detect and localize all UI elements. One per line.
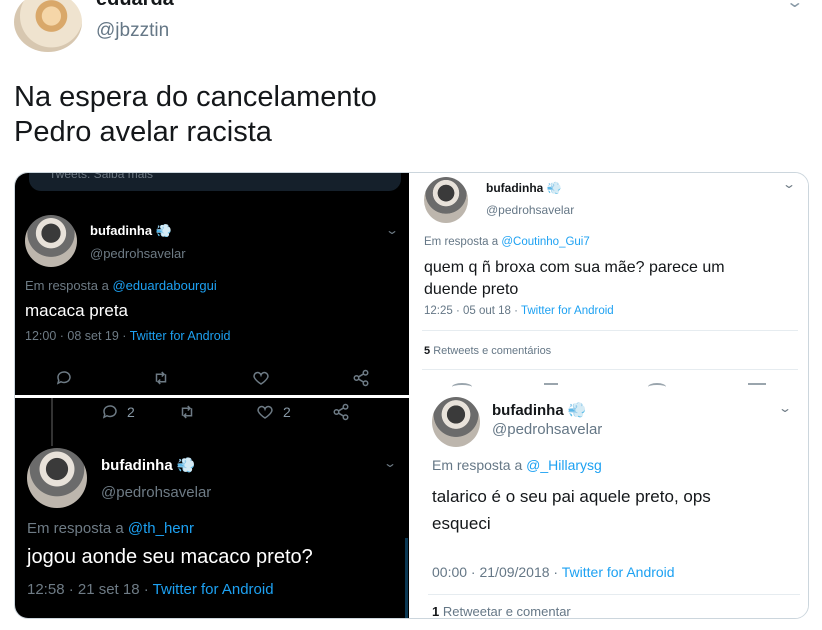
screenshot-name: bufadinha 💨 [486,181,562,195]
heart-icon [257,405,273,419]
reply-icon [55,369,73,387]
wind-emoji-icon: 💨 [567,402,587,419]
tweet-text-line-2: Pedro avelar racista [14,116,272,148]
share-icon [351,369,371,387]
screenshot-meta: 12:58 · 21 set 18 · Twitter for Android [27,581,274,598]
chevron-down-icon[interactable]: ⌄ [785,0,804,12]
avatar [432,397,480,447]
retweets-count: 5 [424,345,431,357]
chevron-down-icon: ⌄ [384,223,400,237]
reply-context: Em resposta a @_Hillarysg [432,457,602,473]
chevron-down-icon: ⌄ [781,177,797,191]
screenshot-name: bufadinha 💨 [90,223,172,238]
screenshot-text: quem q ñ broxa com sua mãe? parece um du… [424,257,725,301]
avatar [25,215,77,267]
retweets-stat: 5 Retweets e comentários [424,345,551,357]
tweet-text: Na espera do cancelamento Pedro avelar r… [14,80,377,150]
divider [428,594,800,595]
text-line-1: quem q ñ broxa com sua mãe? parece um [424,259,725,276]
screenshot-bottom-right[interactable]: bufadinha 💨 @pedrohsavelar ⌄ Em resposta… [412,379,808,618]
retweets-label: Retweets e comentários [433,345,552,357]
screenshot-handle: @pedrohsavelar [90,246,186,261]
reply-icon [102,405,117,419]
screenshot-handle: @pedrohsavelar [486,203,575,217]
avatar [424,177,468,223]
screenshot-meta: 00:00 · 21/09/2018 · Twitter for Android [432,564,675,580]
like-action: 2 [255,403,291,421]
reply-context: Em resposta a @th_henr [27,520,194,537]
chevron-down-icon: ⌄ [777,401,793,415]
heart-icon [251,369,271,387]
divider [422,369,798,370]
divider [422,330,798,331]
reply-context: Em resposta a @Coutinho_Gui7 [424,236,590,248]
screenshot-text: jogou aonde seu macaco preto? [27,546,313,568]
retweet-icon [151,369,171,387]
screenshot-meta: 12:25 · 05 out 18 · Twitter for Android [424,305,614,317]
wind-emoji-icon: 💨 [155,223,172,238]
avatar [27,448,87,508]
retweet-stat: 1 Retweetar e comentar [432,604,571,618]
wind-emoji-icon: 💨 [546,181,562,195]
text-line-2: esqueci [432,514,491,533]
wind-emoji-icon: 💨 [176,457,196,474]
text-line-1: talarico é o seu pai aquele preto, ops [432,487,711,506]
top-fragment-text: Tweets: Saiba mais [49,173,154,181]
author-handle[interactable]: @jbzztin [96,20,169,42]
share-icon [331,403,351,421]
screenshot-top-left[interactable]: Tweets: Saiba mais bufadinha 💨 @pedrohsa… [15,173,409,395]
tweet-text-line-1: Na espera do cancelamento [14,81,377,113]
reply-context: Em resposta a @eduardabourgui [25,278,217,293]
reply-action: 2 [101,403,135,421]
reply-count: 2 [127,404,135,420]
screenshot-name: bufadinha 💨 [101,457,196,474]
like-count: 2 [283,404,291,420]
chevron-down-icon: ⌄ [382,456,398,470]
screenshot-text: talarico é o seu pai aquele preto, ops e… [432,483,711,537]
screenshot-bottom-left[interactable]: 2 2 bufadinha 💨 @pedrohsavelar ⌄ Em resp… [15,398,409,618]
screenshot-name: bufadinha 💨 [492,402,587,419]
text-line-2: duende preto [424,281,519,298]
retweet-label: Retweetar e comentar [442,604,571,618]
screenshot-handle: @pedrohsavelar [492,421,603,438]
media-grid[interactable]: Tweets: Saiba mais bufadinha 💨 @pedrohsa… [14,172,809,619]
retweet-count: 1 [432,604,440,618]
author-avatar[interactable] [14,0,82,52]
screenshot-handle: @pedrohsavelar [101,484,212,501]
screenshot-meta: 12:00 · 08 set 19 · Twitter for Android [25,329,231,343]
retweet-icon [177,403,197,421]
author-display-name[interactable]: eduarda [96,0,174,11]
screenshot-text: macaca preta [25,301,128,320]
screenshot-top-right[interactable]: bufadinha 💨 @pedrohsavelar ⌄ Em resposta… [412,173,808,379]
